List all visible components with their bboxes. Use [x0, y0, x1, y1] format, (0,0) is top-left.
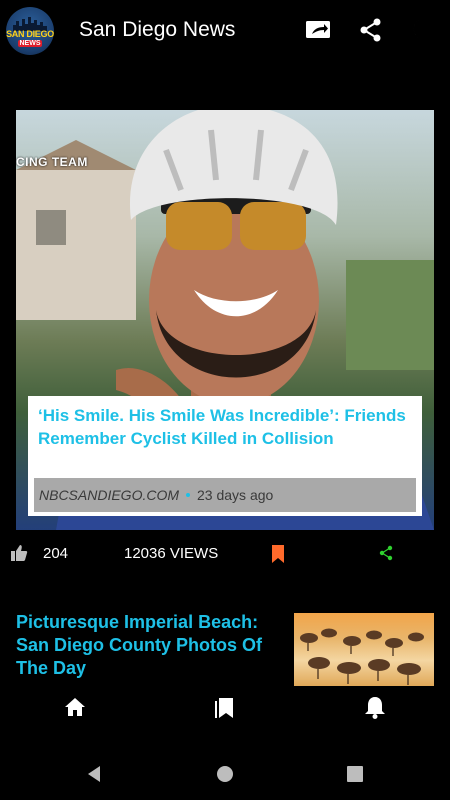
source-name[interactable]: NBCSANDIEGO.COM — [39, 487, 179, 503]
time-ago: 23 days ago — [197, 487, 274, 503]
article-stats-row: 204 12036 VIEWS — [0, 540, 450, 568]
back-icon[interactable] — [85, 764, 105, 784]
logo-text-bottom: NEWS — [18, 40, 42, 47]
cast-icon[interactable] — [304, 16, 332, 44]
source-bar: NBCSANDIEGO.COM 23 days ago — [34, 478, 416, 512]
second-story-thumbnail[interactable] — [294, 613, 434, 686]
second-story-headline[interactable]: Picturesque Imperial Beach: San Diego Co… — [16, 611, 276, 680]
system-navigation-bar — [0, 750, 450, 800]
notifications-icon[interactable] — [362, 694, 388, 720]
home-circle-icon[interactable] — [215, 764, 235, 784]
share-article-icon[interactable] — [378, 545, 394, 561]
view-count: 12036 VIEWS — [124, 545, 219, 562]
bookmarks-icon[interactable] — [212, 694, 238, 720]
bookmark-icon[interactable] — [270, 544, 286, 564]
like-count: 204 — [43, 545, 69, 562]
app-header: SAN DIEGO NEWS San Diego News — [0, 0, 450, 62]
shorebirds-photo — [300, 628, 424, 685]
app-logo: SAN DIEGO NEWS — [6, 7, 54, 55]
bottom-navigation — [0, 690, 450, 730]
recents-icon[interactable] — [345, 764, 365, 784]
share-icon[interactable] — [357, 16, 385, 44]
home-icon[interactable] — [62, 694, 88, 720]
thumbs-up-icon[interactable] — [10, 544, 28, 562]
logo-text-top: SAN DIEGO — [6, 29, 54, 39]
featured-headline[interactable]: ‘His Smile. His Smile Was Incredible’: F… — [38, 404, 410, 450]
app-title: San Diego News — [79, 18, 236, 41]
dark-mode-icon[interactable] — [408, 16, 436, 44]
image-caption-text: CING TEAM — [16, 155, 88, 169]
separator-dot — [186, 493, 191, 497]
